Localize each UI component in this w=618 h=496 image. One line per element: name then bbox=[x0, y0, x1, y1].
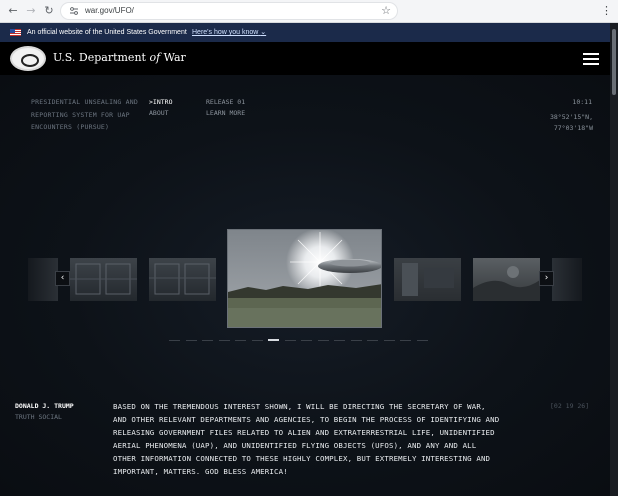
quote-author: DONALD J. TRUMP bbox=[15, 402, 74, 410]
nav-learn-more[interactable]: LEARN MORE bbox=[206, 107, 245, 119]
quote-date-stamp: [02 19 26] bbox=[550, 402, 590, 410]
site-title-of[interactable]: of bbox=[149, 51, 160, 64]
carousel-page-indicator[interactable] bbox=[383, 340, 395, 341]
carousel-page-indicator[interactable] bbox=[416, 340, 428, 341]
clock-time: 10:11 bbox=[572, 98, 592, 106]
arrow-left-icon[interactable]: ← bbox=[6, 4, 20, 18]
chevron-left-icon[interactable]: ‹ bbox=[61, 273, 65, 283]
carousel-page-indicator[interactable] bbox=[169, 340, 180, 341]
carousel-page-indicator[interactable] bbox=[218, 340, 230, 341]
site-header: U.S. Department of War bbox=[0, 42, 610, 75]
heres-how-you-know-link[interactable]: Here's how you know ⌄ bbox=[192, 27, 266, 38]
coordinate-longitude: 77°03'18"W bbox=[553, 124, 593, 132]
us-flag-icon bbox=[10, 29, 21, 36]
reload-icon[interactable]: ↻ bbox=[42, 4, 56, 18]
carousel-page-indicator[interactable] bbox=[301, 340, 312, 341]
browser-toolbar: ← → ↻ war.gov/UFO/ ☆ ⋮ bbox=[0, 0, 618, 23]
gov-banner-text: An official website of the United States… bbox=[27, 29, 187, 36]
carousel-thumbnail[interactable] bbox=[70, 258, 137, 301]
carousel-page-indicator[interactable] bbox=[334, 340, 345, 341]
carousel-page-indicator[interactable] bbox=[268, 339, 279, 341]
carousel-thumbnail[interactable] bbox=[473, 258, 540, 301]
hamburger-menu-icon[interactable] bbox=[583, 53, 599, 65]
carousel-page-indicator[interactable] bbox=[284, 340, 296, 341]
chevron-down-icon[interactable]: ⌄ bbox=[260, 29, 266, 36]
department-seal-logo[interactable] bbox=[10, 46, 46, 71]
carousel-page-indicator[interactable] bbox=[367, 340, 378, 341]
site-title-pre[interactable]: U.S. Department bbox=[53, 51, 149, 64]
carousel-page-indicator[interactable] bbox=[400, 340, 411, 341]
site-title[interactable]: U.S. Department of War bbox=[53, 51, 186, 65]
quote-source: TRUTH SOCIAL bbox=[15, 413, 62, 421]
nav-about[interactable]: ABOUT bbox=[149, 107, 169, 119]
featured-ufo-image[interactable] bbox=[227, 229, 382, 328]
carousel-page-indicator[interactable] bbox=[251, 340, 263, 341]
carousel-page-indicator[interactable] bbox=[350, 340, 362, 341]
url-text[interactable]: war.gov/UFO/ bbox=[85, 5, 134, 17]
carousel-thumbnail[interactable] bbox=[552, 258, 582, 301]
carousel-thumbnail[interactable] bbox=[394, 258, 461, 301]
carousel-page-indicator[interactable] bbox=[235, 340, 246, 341]
site-title-post[interactable]: War bbox=[160, 51, 186, 64]
carousel-prev-button[interactable]: ‹ bbox=[55, 271, 70, 286]
carousel-thumbnail[interactable] bbox=[28, 258, 58, 301]
heres-how-you-know-label[interactable]: Here's how you know bbox=[192, 29, 258, 36]
page-scrollbar-thumb[interactable] bbox=[612, 29, 616, 95]
gov-banner: An official website of the United States… bbox=[0, 23, 610, 42]
carousel-page-indicator[interactable] bbox=[185, 340, 197, 341]
arrow-right-icon[interactable]: → bbox=[24, 4, 38, 18]
star-icon[interactable]: ☆ bbox=[381, 4, 391, 18]
carousel-thumbnail[interactable] bbox=[149, 258, 216, 301]
carousel-pagination bbox=[169, 339, 441, 342]
system-title: PRESIDENTIAL UNSEALING AND REPORTING SYS… bbox=[31, 98, 138, 131]
carousel-next-button[interactable]: › bbox=[539, 271, 554, 286]
address-bar[interactable]: war.gov/UFO/ ☆ bbox=[60, 2, 398, 20]
site-info-icon[interactable] bbox=[69, 6, 79, 16]
carousel-page-indicator[interactable] bbox=[202, 340, 213, 341]
carousel-page-indicator[interactable] bbox=[317, 340, 329, 341]
chevron-right-icon[interactable]: › bbox=[545, 273, 549, 283]
quote-text: BASED ON THE TREMENDOUS INTEREST SHOWN, … bbox=[113, 402, 500, 476]
kebab-menu-icon[interactable]: ⋮ bbox=[601, 4, 612, 18]
